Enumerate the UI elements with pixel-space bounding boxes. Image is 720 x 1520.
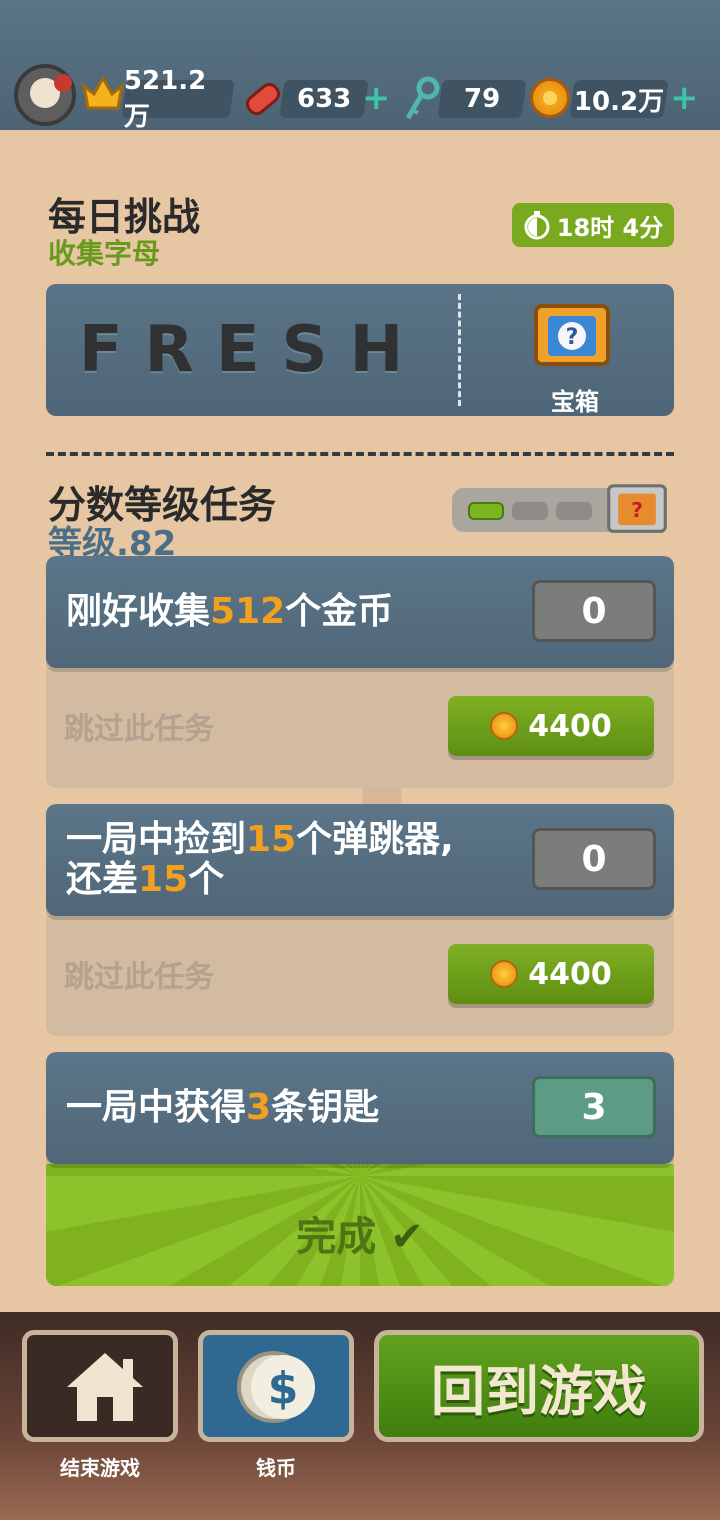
coin-icon xyxy=(490,712,519,740)
mystery-box-icon[interactable]: ? xyxy=(530,298,614,368)
end-game-button[interactable] xyxy=(22,1330,178,1442)
task-card-2: 跳过此任务 4400 一局中捡到15个弹跳器, 还差15个 0 xyxy=(46,804,674,1036)
coins-count: 10.2万 xyxy=(573,86,665,117)
task-2-header: 一局中捡到15个弹跳器, 还差15个 0 xyxy=(46,804,674,916)
task-3-complete: 完成 ✔ xyxy=(46,1204,674,1262)
skip-task-1-label: 跳过此任务 xyxy=(64,712,214,747)
hoverboard-icon xyxy=(245,82,281,116)
task-1-counter: 0 xyxy=(532,580,656,642)
task-2-footer: 跳过此任务 4400 xyxy=(46,916,674,1036)
boards-box: 633 xyxy=(279,80,369,118)
daily-challenge-subtitle: 收集字母 xyxy=(48,237,161,270)
add-boards-button[interactable]: + xyxy=(362,78,391,118)
progress-segment-3 xyxy=(556,502,592,520)
mission-reward-box-icon: ? xyxy=(607,484,667,533)
task-3-counter: 3 xyxy=(532,1076,656,1138)
boards-count: 633 xyxy=(296,84,352,114)
svg-text:$: $ xyxy=(268,1363,299,1414)
player-avatar[interactable] xyxy=(14,64,76,126)
crown-icon xyxy=(81,74,125,110)
skip-cost: 4400 xyxy=(528,956,612,992)
svg-text:?: ? xyxy=(631,498,643,522)
skip-task-2-button[interactable]: 4400 xyxy=(448,944,654,1004)
coins-shop-button[interactable]: $ xyxy=(198,1330,354,1442)
skip-task-1-button[interactable]: 4400 xyxy=(448,696,654,756)
checkmark-icon: ✔ xyxy=(390,1214,424,1260)
complete-label: 完成 xyxy=(296,1214,377,1260)
keys-box: 79 xyxy=(437,80,527,118)
panel-divider xyxy=(458,294,461,406)
progress-segment-2 xyxy=(512,502,548,520)
key-icon xyxy=(405,76,440,120)
stopwatch-icon xyxy=(524,211,550,240)
task-3-header: 一局中获得3条钥匙 3 xyxy=(46,1052,674,1164)
task-1-footer: 跳过此任务 4400 xyxy=(46,668,674,788)
skip-task-2-label: 跳过此任务 xyxy=(64,960,214,995)
section-divider xyxy=(46,452,674,456)
add-coins-button[interactable]: + xyxy=(670,78,699,118)
task-2-counter: 0 xyxy=(532,828,656,890)
end-game-label: 结束游戏 xyxy=(60,1456,140,1480)
coin-icon xyxy=(530,78,570,118)
challenge-word: FRESH xyxy=(78,313,426,387)
task-3-text: 一局中获得3条钥匙 xyxy=(66,1087,380,1128)
task-3-complete-area: 完成 ✔ xyxy=(46,1164,674,1286)
progress-segment-1 xyxy=(468,502,504,520)
coin-icon xyxy=(490,960,519,988)
task-1-header: 刚好收集512个金币 0 xyxy=(46,556,674,668)
task-card-3: 完成 ✔ 一局中获得3条钥匙 3 xyxy=(46,1052,674,1286)
crown-score-box: 521.2万 xyxy=(121,66,235,132)
skip-cost: 4400 xyxy=(528,708,612,744)
task-2-text: 一局中捡到15个弹跳器, 还差15个 xyxy=(66,819,454,900)
svg-text:?: ? xyxy=(566,325,579,350)
avatar-hair xyxy=(54,74,72,92)
dollar-coin-icon: $ xyxy=(237,1351,315,1423)
crown-score: 521.2万 xyxy=(124,65,207,132)
coins-box: 10.2万 xyxy=(569,80,669,118)
chest-label: 宝箱 xyxy=(551,388,599,416)
task-1-text: 刚好收集512个金币 xyxy=(66,591,394,632)
keys-count: 79 xyxy=(463,84,501,114)
back-to-game-button[interactable]: 回到游戏 xyxy=(374,1330,704,1442)
daily-timer: 18时 4分 xyxy=(512,203,674,247)
task-card-1: 跳过此任务 4400 刚好收集512个金币 0 xyxy=(46,556,674,788)
coins-shop-label: 钱币 xyxy=(256,1456,296,1480)
timer-text: 18时 4分 xyxy=(556,213,664,242)
home-icon xyxy=(67,1353,143,1421)
